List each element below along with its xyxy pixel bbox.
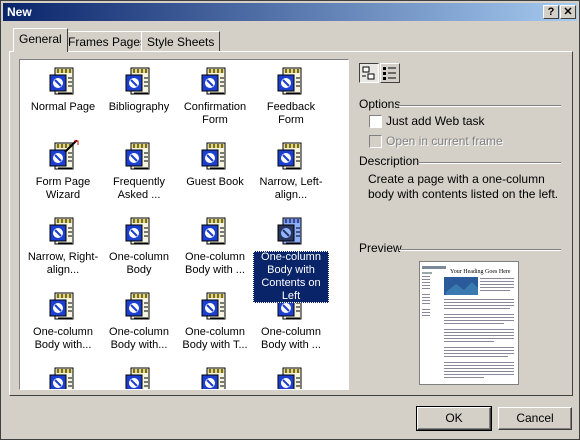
tab-general-label: General xyxy=(19,32,62,46)
preview-divider xyxy=(399,249,561,251)
page-template-icon xyxy=(199,365,231,389)
template-item[interactable]: One-column Body with ... xyxy=(177,215,253,277)
cancel-button[interactable]: Cancel xyxy=(498,407,572,430)
open-in-current-frame-checkbox xyxy=(369,135,382,148)
page-template-icon xyxy=(123,65,155,97)
page-template-icon xyxy=(123,215,155,247)
template-label: Guest Book xyxy=(186,176,244,188)
page-template-icon xyxy=(47,290,79,322)
page-template-icon xyxy=(275,365,307,389)
template-label: One-column Body with ... xyxy=(261,326,321,351)
options-divider xyxy=(399,105,561,107)
new-dialog: New ? ✕ General Frames Pages Style Sheet… xyxy=(0,0,580,440)
open-in-current-frame-label: Open in current frame xyxy=(386,134,503,148)
window-title: New xyxy=(7,5,32,19)
template-label: Normal Page xyxy=(30,101,96,113)
template-item[interactable] xyxy=(25,365,101,389)
template-label: One-column Body with Contents on Left xyxy=(253,251,329,303)
page-template-icon xyxy=(123,365,155,389)
options-heading: Options xyxy=(359,97,401,111)
template-item[interactable]: One-column Body with T... xyxy=(177,290,253,352)
template-item[interactable]: One-column Body xyxy=(101,215,177,277)
page-template-icon xyxy=(199,290,231,322)
template-label: One-column Body with ... xyxy=(185,251,245,276)
title-bar[interactable]: New ? ✕ xyxy=(3,3,577,21)
template-item[interactable]: Frequently Asked ... xyxy=(101,140,177,202)
tab-frames-pages[interactable]: Frames Pages xyxy=(62,31,153,51)
page-preview-thumbnail: Your Heading Goes Here xyxy=(422,266,514,378)
template-label: Form Page Wizard xyxy=(35,176,91,201)
template-item[interactable]: Form Page Wizard xyxy=(25,139,101,202)
ok-button[interactable]: OK xyxy=(416,406,492,431)
large-icons-view-button[interactable] xyxy=(359,63,379,83)
page-template-icon xyxy=(275,65,307,97)
template-label: One-column Body with... xyxy=(109,326,169,351)
template-label: Narrow, Right-align... xyxy=(27,251,99,276)
template-label: Bibliography xyxy=(108,101,170,113)
template-label: Confirmation Form xyxy=(183,101,247,126)
large-icons-view-icon xyxy=(362,66,375,80)
template-item[interactable]: Narrow, Right-align... xyxy=(25,215,101,277)
preview-page-heading: Your Heading Goes Here xyxy=(450,269,511,275)
preview-heading: Preview xyxy=(359,241,402,255)
template-item[interactable]: One-column Body with Contents on Left xyxy=(253,215,329,303)
preview-image: Your Heading Goes Here xyxy=(419,261,519,385)
template-item[interactable]: Normal Page xyxy=(25,65,101,114)
description-text: Create a page with a one-column body wit… xyxy=(368,172,559,201)
tab-general[interactable]: General xyxy=(13,28,68,52)
close-button[interactable]: ✕ xyxy=(560,5,576,19)
template-item[interactable]: One-column Body with... xyxy=(101,290,177,352)
tab-style-sheets[interactable]: Style Sheets xyxy=(141,31,221,51)
page-template-icon xyxy=(275,140,307,172)
description-divider xyxy=(419,162,561,164)
description-heading: Description xyxy=(359,154,420,168)
help-button[interactable]: ? xyxy=(543,5,559,19)
template-label: One-column Body with... xyxy=(33,326,93,351)
tab-frames-pages-label: Frames Pages xyxy=(68,35,147,49)
list-view-icon xyxy=(383,67,396,80)
just-add-web-task-checkbox[interactable] xyxy=(369,115,382,128)
template-label: One-column Body with T... xyxy=(182,326,248,351)
page-template-icon xyxy=(199,140,231,172)
template-item[interactable] xyxy=(101,365,177,389)
template-item[interactable]: Bibliography xyxy=(101,65,177,114)
just-add-web-task-label[interactable]: Just add Web task xyxy=(386,114,485,128)
template-item[interactable] xyxy=(177,365,253,389)
template-label: One-column Body xyxy=(109,251,169,276)
template-item[interactable]: Feedback Form xyxy=(253,65,329,127)
template-item[interactable] xyxy=(253,365,329,389)
page-template-icon xyxy=(123,140,155,172)
list-view-button[interactable] xyxy=(380,63,400,83)
tab-style-sheets-label: Style Sheets xyxy=(147,35,215,49)
template-label: Feedback Form xyxy=(266,101,316,126)
wizard-template-icon xyxy=(47,139,79,172)
page-template-icon xyxy=(199,65,231,97)
page-template-icon xyxy=(47,215,79,247)
page-template-icon xyxy=(47,65,79,97)
template-item[interactable]: Confirmation Form xyxy=(177,65,253,127)
template-label: Narrow, Left-align... xyxy=(259,176,323,201)
template-item[interactable]: One-column Body with... xyxy=(25,290,101,352)
page-template-icon xyxy=(199,215,231,247)
template-item[interactable]: Narrow, Left-align... xyxy=(253,140,329,202)
page-template-icon xyxy=(123,290,155,322)
template-label: Frequently Asked ... xyxy=(113,176,165,201)
template-item[interactable]: Guest Book xyxy=(177,140,253,189)
template-list[interactable]: One-column Body with ... One-column Body … xyxy=(19,59,349,390)
page-template-icon xyxy=(275,215,307,247)
page-template-icon xyxy=(47,365,79,389)
